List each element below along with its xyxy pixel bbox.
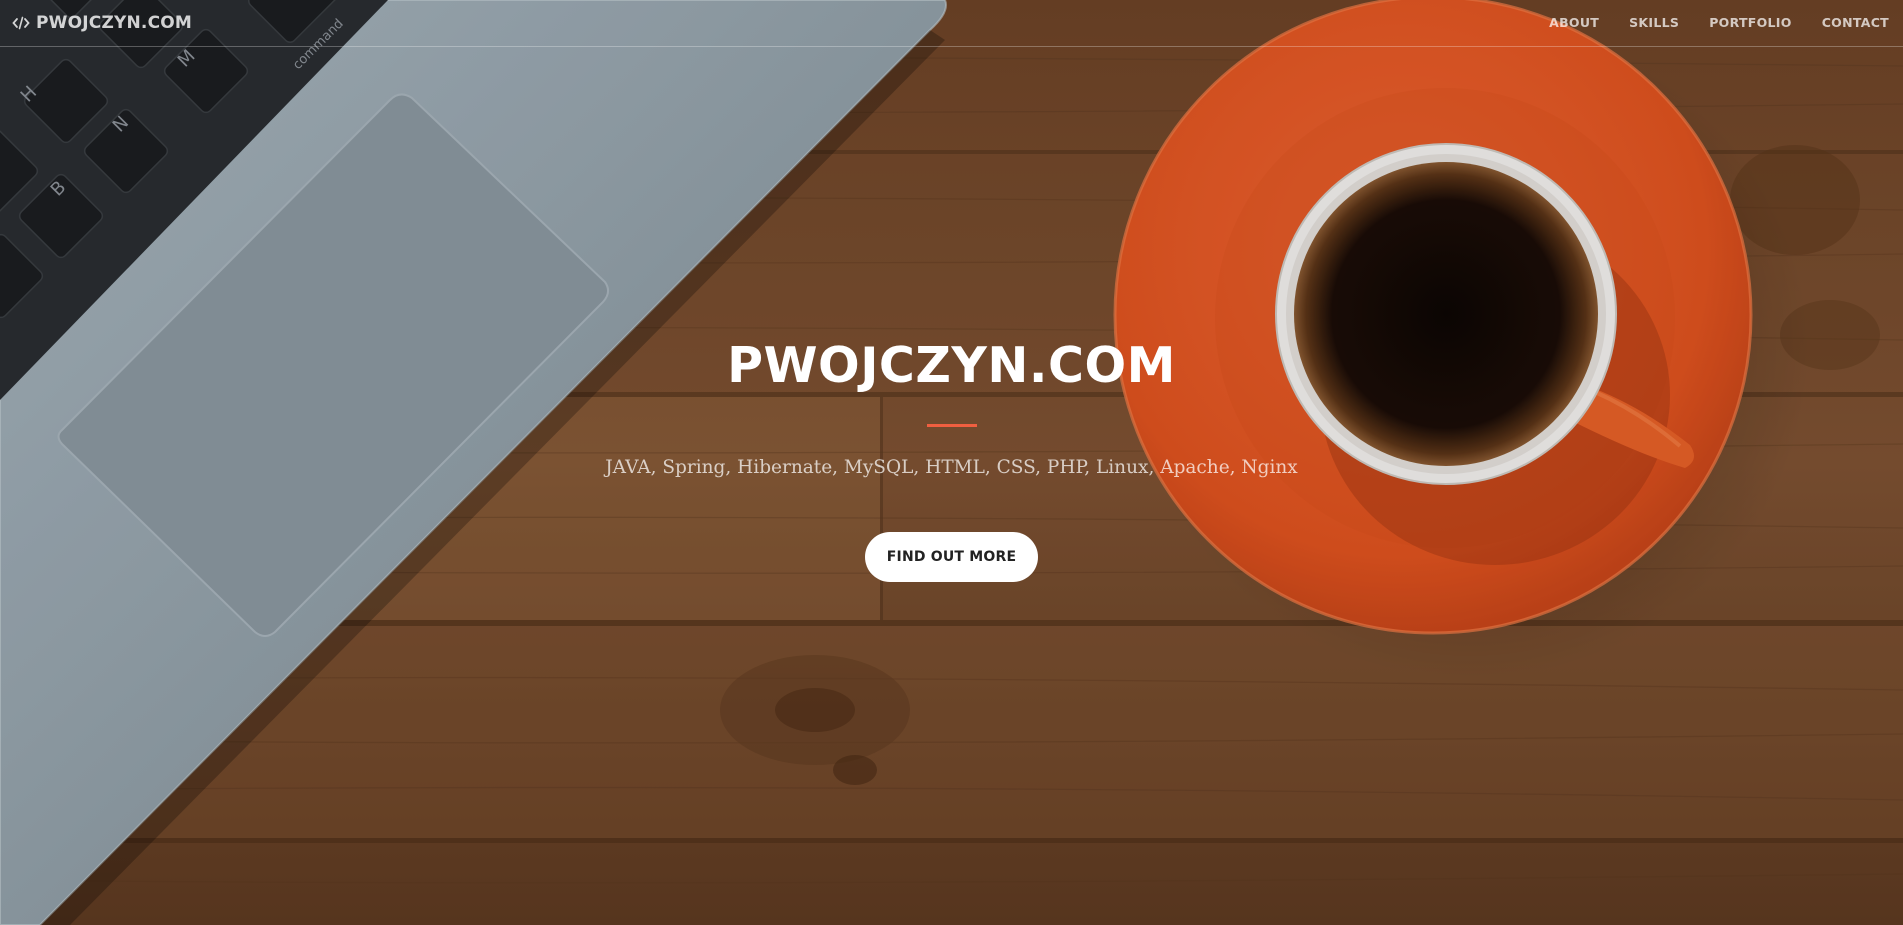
hero-divider — [926, 424, 977, 427]
nav-link-skills[interactable]: SKILLS — [1614, 13, 1694, 32]
nav-link-contact[interactable]: CONTACT — [1807, 13, 1889, 32]
hero-section: M N B H command PWOJCZYN.COM ABOUT SKILL… — [0, 0, 1903, 925]
hero-title: PWOJCZYN.COM — [727, 337, 1176, 394]
nav-link-portfolio[interactable]: PORTFOLIO — [1694, 13, 1807, 32]
find-out-more-button[interactable]: FIND OUT MORE — [865, 532, 1038, 582]
brand-label: PWOJCZYN.COM — [36, 13, 193, 33]
code-icon — [12, 15, 30, 31]
hero-subtitle: JAVA, Spring, Hibernate, MySQL, HTML, CS… — [605, 457, 1298, 478]
nav-links: ABOUT SKILLS PORTFOLIO CONTACT — [1534, 13, 1889, 32]
brand-link[interactable]: PWOJCZYN.COM — [12, 11, 192, 35]
top-navbar: PWOJCZYN.COM ABOUT SKILLS PORTFOLIO CONT… — [0, 0, 1903, 47]
nav-link-about[interactable]: ABOUT — [1534, 13, 1614, 32]
hero-content: PWOJCZYN.COM JAVA, Spring, Hibernate, My… — [0, 336, 1903, 582]
